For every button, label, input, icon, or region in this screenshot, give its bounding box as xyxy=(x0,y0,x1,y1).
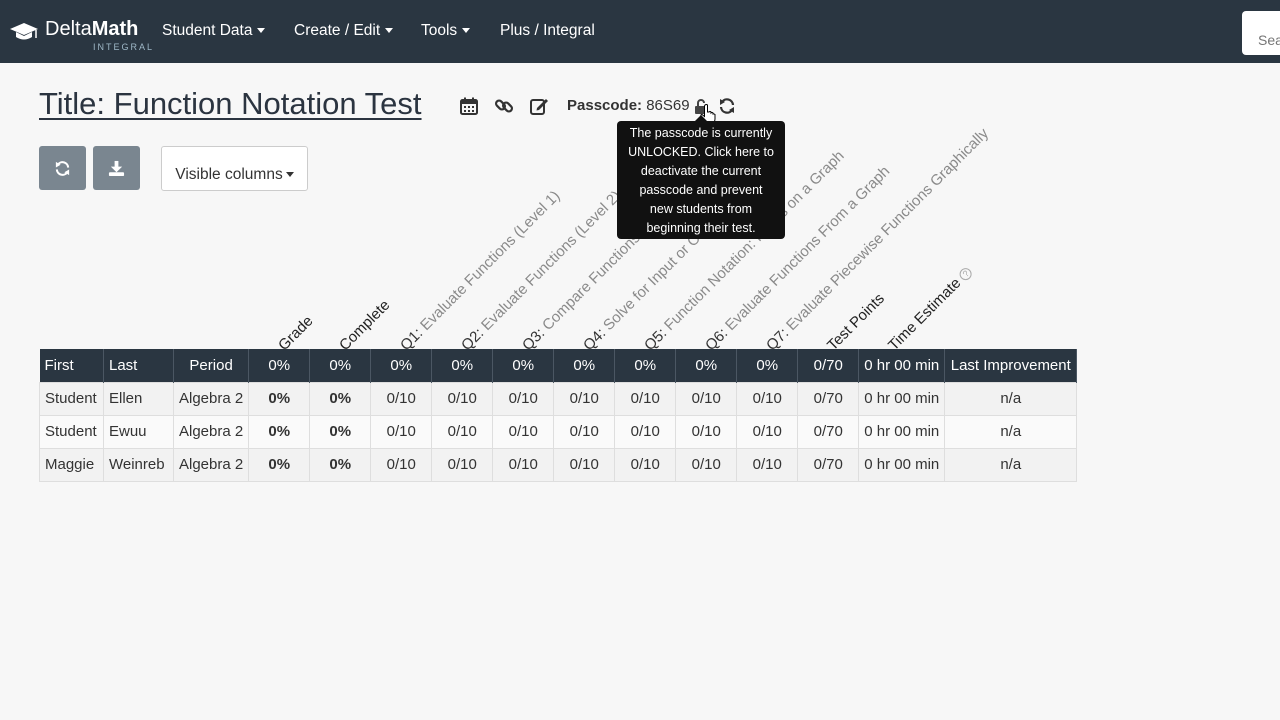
refresh-icon xyxy=(55,161,70,176)
col-header-q7[interactable]: Q7: Evaluate Piecewise Functions Graphic… xyxy=(763,125,992,354)
caret-down-icon xyxy=(285,172,294,178)
col-header-grade[interactable]: Grade xyxy=(275,313,317,355)
cell-last-improvement: n/a xyxy=(944,447,1078,482)
cell-q4[interactable]: 0/10 xyxy=(553,414,616,449)
cell-q3[interactable]: 0/10 xyxy=(492,381,555,416)
table-header-row: First Last Period 0% 0% 0% 0% 0% 0% 0% 0… xyxy=(39,349,1078,382)
passcode-tooltip: The passcode is currently UNLOCKED. Clic… xyxy=(617,115,785,239)
caret-down-icon xyxy=(257,28,266,34)
table-row[interactable]: Student Ewuu Algebra 2 0% 0% 0/10 0/10 0… xyxy=(39,414,1078,449)
cell-time: 0 hr 00 min xyxy=(858,381,946,416)
col-header-test-points[interactable]: Test Points xyxy=(824,290,888,354)
cell-q7[interactable]: 0/10 xyxy=(736,414,799,449)
cell-test-points: 0/70 xyxy=(797,414,860,449)
header-q6-avg: 0% xyxy=(675,349,738,382)
brand-name: DeltaMath xyxy=(45,18,139,40)
col-header-complete[interactable]: Complete xyxy=(336,297,393,354)
cell-complete: 0% xyxy=(309,414,372,449)
cell-first: Student xyxy=(39,381,104,416)
cell-q1[interactable]: 0/10 xyxy=(370,381,433,416)
cell-q4[interactable]: 0/10 xyxy=(553,381,616,416)
cell-q1[interactable]: 0/10 xyxy=(370,414,433,449)
col-header-q3[interactable]: Q3: Compare Functions xyxy=(519,229,644,354)
nav-student-data[interactable]: Student Data xyxy=(162,22,266,40)
nav-plus-integral[interactable]: Plus / Integral xyxy=(500,22,595,40)
link-icon[interactable] xyxy=(494,96,514,116)
header-grade-avg: 0% xyxy=(248,349,311,382)
cell-q2[interactable]: 0/10 xyxy=(431,381,494,416)
cell-q6[interactable]: 0/10 xyxy=(675,447,738,482)
table-row[interactable]: Maggie Weinreb Algebra 2 0% 0% 0/10 0/10… xyxy=(39,447,1078,482)
cell-first: Student xyxy=(39,414,104,449)
cell-time: 0 hr 00 min xyxy=(858,447,946,482)
cell-complete: 0% xyxy=(309,381,372,416)
student-data-table: First Last Period 0% 0% 0% 0% 0% 0% 0% 0… xyxy=(39,349,1078,482)
cell-grade: 0% xyxy=(248,447,311,482)
cell-q5[interactable]: 0/10 xyxy=(614,414,677,449)
col-header-time-estimate[interactable]: Time Estimate ? xyxy=(885,263,976,354)
cell-q4[interactable]: 0/10 xyxy=(553,447,616,482)
top-navbar: DeltaMath INTEGRAL Student Data Create /… xyxy=(0,0,1280,63)
cell-q7[interactable]: 0/10 xyxy=(736,447,799,482)
search-input[interactable] xyxy=(1242,11,1280,55)
cell-q7[interactable]: 0/10 xyxy=(736,381,799,416)
header-q2-avg: 0% xyxy=(431,349,494,382)
edit-icon[interactable] xyxy=(529,96,549,116)
graduation-cap-icon xyxy=(10,23,38,40)
cell-q6[interactable]: 0/10 xyxy=(675,381,738,416)
header-q7-avg: 0% xyxy=(736,349,799,382)
cell-test-points: 0/70 xyxy=(797,447,860,482)
cell-period: Algebra 2 xyxy=(172,447,250,482)
cell-q2[interactable]: 0/10 xyxy=(431,447,494,482)
passcode-display: Passcode: 86S69 xyxy=(567,97,690,114)
cell-last: Weinreb xyxy=(103,447,174,482)
deltamath-logo[interactable]: DeltaMath INTEGRAL xyxy=(9,18,152,54)
visible-columns-dropdown[interactable]: Visible columns xyxy=(161,146,308,191)
cell-q5[interactable]: 0/10 xyxy=(614,381,677,416)
calendar-icon[interactable] xyxy=(459,96,479,116)
cell-last-improvement: n/a xyxy=(944,381,1078,416)
cell-q5[interactable]: 0/10 xyxy=(614,447,677,482)
header-first[interactable]: First xyxy=(39,349,104,382)
header-q3-avg: 0% xyxy=(492,349,555,382)
nav-create-edit[interactable]: Create / Edit xyxy=(294,22,394,40)
help-circle-icon[interactable]: ? xyxy=(957,265,975,283)
cell-first: Maggie xyxy=(39,447,104,482)
header-complete-avg: 0% xyxy=(309,349,372,382)
cell-q6[interactable]: 0/10 xyxy=(675,414,738,449)
brand-subtitle: INTEGRAL xyxy=(93,42,155,52)
header-last-improvement[interactable]: Last Improvement xyxy=(944,349,1078,382)
header-time-avg: 0 hr 00 min xyxy=(858,349,946,382)
header-q4-avg: 0% xyxy=(553,349,616,382)
refresh-button[interactable] xyxy=(39,146,86,190)
table-row[interactable]: Student Ellen Algebra 2 0% 0% 0/10 0/10 … xyxy=(39,381,1078,416)
cell-grade: 0% xyxy=(248,414,311,449)
cell-last: Ewuu xyxy=(103,414,174,449)
header-q5-avg: 0% xyxy=(614,349,677,382)
refresh-passcode-icon[interactable] xyxy=(718,97,736,115)
download-button[interactable] xyxy=(93,146,140,190)
header-period[interactable]: Period xyxy=(173,349,250,382)
cell-test-points: 0/70 xyxy=(797,381,860,416)
caret-down-icon xyxy=(385,28,394,34)
cell-q3[interactable]: 0/10 xyxy=(492,447,555,482)
header-test-points-avg: 0/70 xyxy=(797,349,860,382)
cell-q2[interactable]: 0/10 xyxy=(431,414,494,449)
cell-complete: 0% xyxy=(309,447,372,482)
caret-down-icon xyxy=(462,28,471,34)
cell-grade: 0% xyxy=(248,381,311,416)
cell-period: Algebra 2 xyxy=(172,414,250,449)
download-icon xyxy=(108,160,125,177)
header-last[interactable]: Last xyxy=(103,349,174,382)
cell-time: 0 hr 00 min xyxy=(858,414,946,449)
nav-tools[interactable]: Tools xyxy=(421,22,471,40)
cell-period: Algebra 2 xyxy=(172,381,250,416)
cell-last-improvement: n/a xyxy=(944,414,1078,449)
passcode-value: 86S69 xyxy=(646,97,690,114)
header-q1-avg: 0% xyxy=(370,349,433,382)
page-title[interactable]: Title: Function Notation Test xyxy=(39,86,422,122)
cell-q3[interactable]: 0/10 xyxy=(492,414,555,449)
cell-q1[interactable]: 0/10 xyxy=(370,447,433,482)
cell-last: Ellen xyxy=(103,381,174,416)
